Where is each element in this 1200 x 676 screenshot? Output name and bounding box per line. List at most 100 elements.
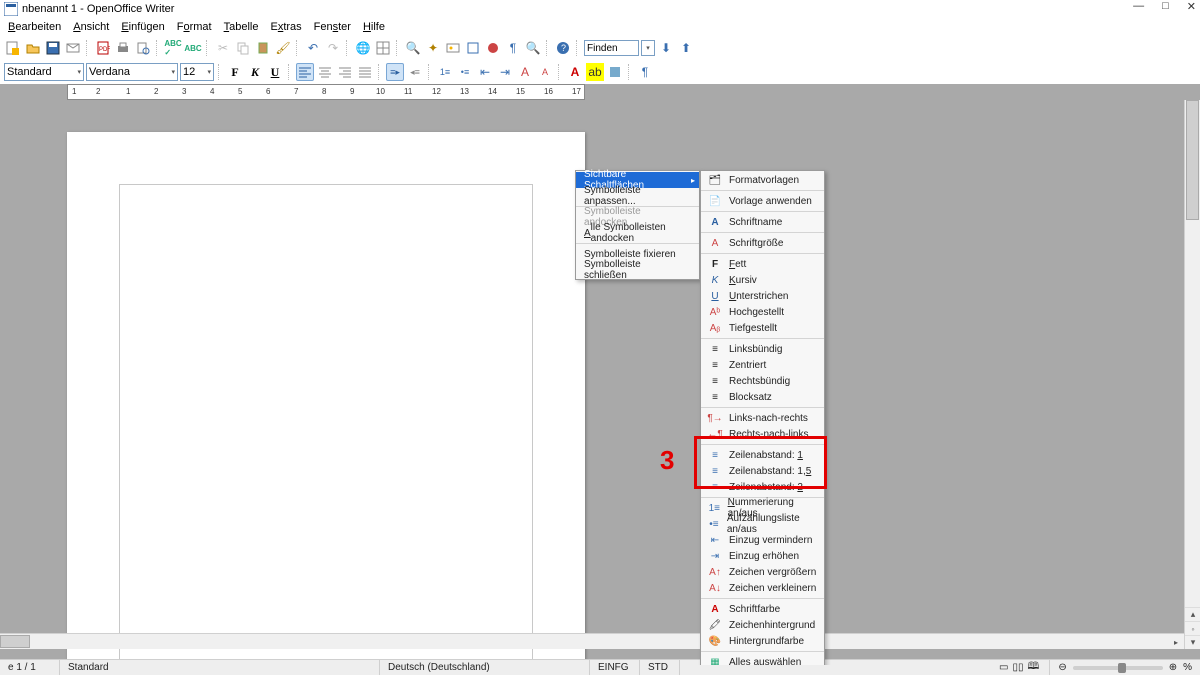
sm-linespacing-15[interactable]: ≡Zeilenabstand: 1,5 [701, 463, 824, 479]
sm-bgcolor[interactable]: 🎨Hintergrundfarbe [701, 633, 824, 649]
bold-button[interactable]: F [226, 63, 244, 81]
sm-schriftname[interactable]: ASchriftname [701, 214, 824, 230]
highlight-button[interactable]: ab [586, 63, 604, 81]
sm-indent-inc[interactable]: ⇥Einzug erhöhen [701, 548, 824, 564]
new-icon[interactable] [4, 39, 22, 57]
gallery-icon[interactable] [444, 39, 462, 57]
print-icon[interactable] [114, 39, 132, 57]
maximize-button[interactable]: □ [1162, 0, 1169, 13]
style-combo[interactable]: Standard▾ [4, 63, 84, 81]
font-combo[interactable]: Verdana▾ [86, 63, 178, 81]
link-icon[interactable]: 🌐 [354, 39, 372, 57]
sm-formatvorlagen[interactable]: 🗂Formatvorlagen [701, 172, 824, 188]
menu-hilfe[interactable]: Hilfe [357, 20, 391, 34]
search-down-icon[interactable]: ⬇ [657, 39, 675, 57]
source-icon[interactable] [464, 39, 482, 57]
size-combo[interactable]: 12▾ [180, 63, 214, 81]
paste-icon[interactable] [254, 39, 272, 57]
rtl-button[interactable]: ◂≡ [406, 63, 424, 81]
align-justify-button[interactable] [356, 63, 374, 81]
menu-ansicht[interactable]: Ansicht [67, 20, 115, 34]
sm-ltr[interactable]: ¶→Links-nach-rechts [701, 410, 824, 426]
status-view-icons[interactable]: ▭▯▯🕮 [989, 660, 1050, 675]
para-button[interactable]: ¶ [636, 63, 654, 81]
align-center-button[interactable] [316, 63, 334, 81]
help-icon[interactable]: ? [554, 39, 572, 57]
ctx-close[interactable]: Symbolleiste schließen [576, 262, 699, 278]
status-zoom[interactable]: ⊖⊕ % [1050, 660, 1200, 675]
sm-vorlage-anwenden[interactable]: 📄Vorlage anwenden [701, 193, 824, 209]
preview-icon[interactable] [134, 39, 152, 57]
menu-format[interactable]: Format [171, 20, 218, 34]
sm-zentriert[interactable]: ≡Zentriert [701, 357, 824, 373]
mail-icon[interactable] [64, 39, 82, 57]
sm-blocksatz[interactable]: ≡Blocksatz [701, 389, 824, 405]
close-button[interactable]: ✕ [1187, 0, 1196, 13]
sm-hochgestellt[interactable]: AᵇHochgestellt [701, 304, 824, 320]
sm-selectall[interactable]: ▦Alles auswählen [701, 654, 824, 665]
sm-grow[interactable]: A↑Zeichen vergrößern [701, 564, 824, 580]
sm-linksb[interactable]: ≡Linksbündig [701, 341, 824, 357]
align-left-button[interactable] [296, 63, 314, 81]
zoom-icon[interactable]: 🔍 [524, 39, 542, 57]
sm-kursiv[interactable]: KKursiv [701, 272, 824, 288]
bgcolor-button[interactable] [606, 63, 624, 81]
bullets-button[interactable]: •≡ [456, 63, 474, 81]
shrink-font-button[interactable]: A [536, 63, 554, 81]
indent-dec-button[interactable]: ⇤ [476, 63, 494, 81]
record-icon[interactable] [484, 39, 502, 57]
menu-bearbeiten[interactable]: Bearbeiten [2, 20, 67, 34]
sm-bullets[interactable]: •≡Aufzählungsliste an/aus [701, 516, 824, 532]
sm-rtl[interactable]: ←¶Rechts-nach-links [701, 426, 824, 442]
save-icon[interactable] [44, 39, 62, 57]
status-language[interactable]: Deutsch (Deutschland) [380, 660, 590, 675]
sm-linespacing-1[interactable]: ≡Zeilenabstand: 1 [701, 447, 824, 463]
grow-font-button[interactable]: A [516, 63, 534, 81]
pdf-icon[interactable]: PDF [94, 39, 112, 57]
sm-linespacing-2[interactable]: ≡Zeilenabstand: 2 [701, 479, 824, 495]
copy-icon[interactable] [234, 39, 252, 57]
sm-rechtsb[interactable]: ≡Rechtsbündig [701, 373, 824, 389]
indent-inc-button[interactable]: ⇥ [496, 63, 514, 81]
sm-unterstrichen[interactable]: UUnterstrichen [701, 288, 824, 304]
nav-icon[interactable]: ✦ [424, 39, 442, 57]
ltr-button[interactable]: ≡▸ [386, 63, 404, 81]
find-icon[interactable]: 🔍 [404, 39, 422, 57]
ctx-dock-all[interactable]: Alle Symbolleisten andocken [576, 225, 699, 241]
status-insert[interactable]: EINFG [590, 660, 640, 675]
status-std[interactable]: STD [640, 660, 680, 675]
menu-tabelle[interactable]: Tabelle [218, 20, 265, 34]
sm-highlight[interactable]: 🖍Zeichenhintergrund [701, 617, 824, 633]
minimize-button[interactable]: ― [1133, 0, 1144, 13]
nonprint-icon[interactable]: ¶ [504, 39, 522, 57]
cut-icon[interactable]: ✂ [214, 39, 232, 57]
open-icon[interactable] [24, 39, 42, 57]
text-area[interactable] [119, 184, 533, 665]
font-color-button[interactable]: A [566, 63, 584, 81]
menu-extras[interactable]: Extras [264, 20, 307, 34]
underline-button[interactable]: U [266, 63, 284, 81]
menu-einfuegen[interactable]: Einfügen [115, 20, 170, 34]
italic-button[interactable]: K [246, 63, 264, 81]
search-input[interactable] [584, 40, 639, 56]
brush-icon[interactable]: 🖌 [274, 39, 292, 57]
table-icon[interactable] [374, 39, 392, 57]
horizontal-scrollbar[interactable]: ▸ [0, 633, 1184, 649]
search-dropdown[interactable]: ▾ [641, 40, 655, 56]
sm-tiefgestellt[interactable]: AᵦTiefgestellt [701, 320, 824, 336]
sm-schriftgroesse[interactable]: ASchriftgröße [701, 235, 824, 251]
align-right-button[interactable] [336, 63, 354, 81]
autospell-icon[interactable]: ABC [184, 39, 202, 57]
sm-indent-dec[interactable]: ⇤Einzug vermindern [701, 532, 824, 548]
vertical-scrollbar[interactable]: ▴◦▾ [1184, 100, 1200, 649]
sm-fett[interactable]: FFett [701, 256, 824, 272]
sm-shrink[interactable]: A↓Zeichen verkleinern [701, 580, 824, 596]
search-up-icon[interactable]: ⬆ [677, 39, 695, 57]
redo-icon[interactable]: ↷ [324, 39, 342, 57]
undo-icon[interactable]: ↶ [304, 39, 322, 57]
sm-fontcolor[interactable]: ASchriftfarbe [701, 601, 824, 617]
menu-fenster[interactable]: Fenster [308, 20, 357, 34]
spellcheck-icon[interactable]: ABC✓ [164, 39, 182, 57]
numbering-button[interactable]: 1≡ [436, 63, 454, 81]
ctx-customize[interactable]: Symbolleiste anpassen... [576, 188, 699, 204]
